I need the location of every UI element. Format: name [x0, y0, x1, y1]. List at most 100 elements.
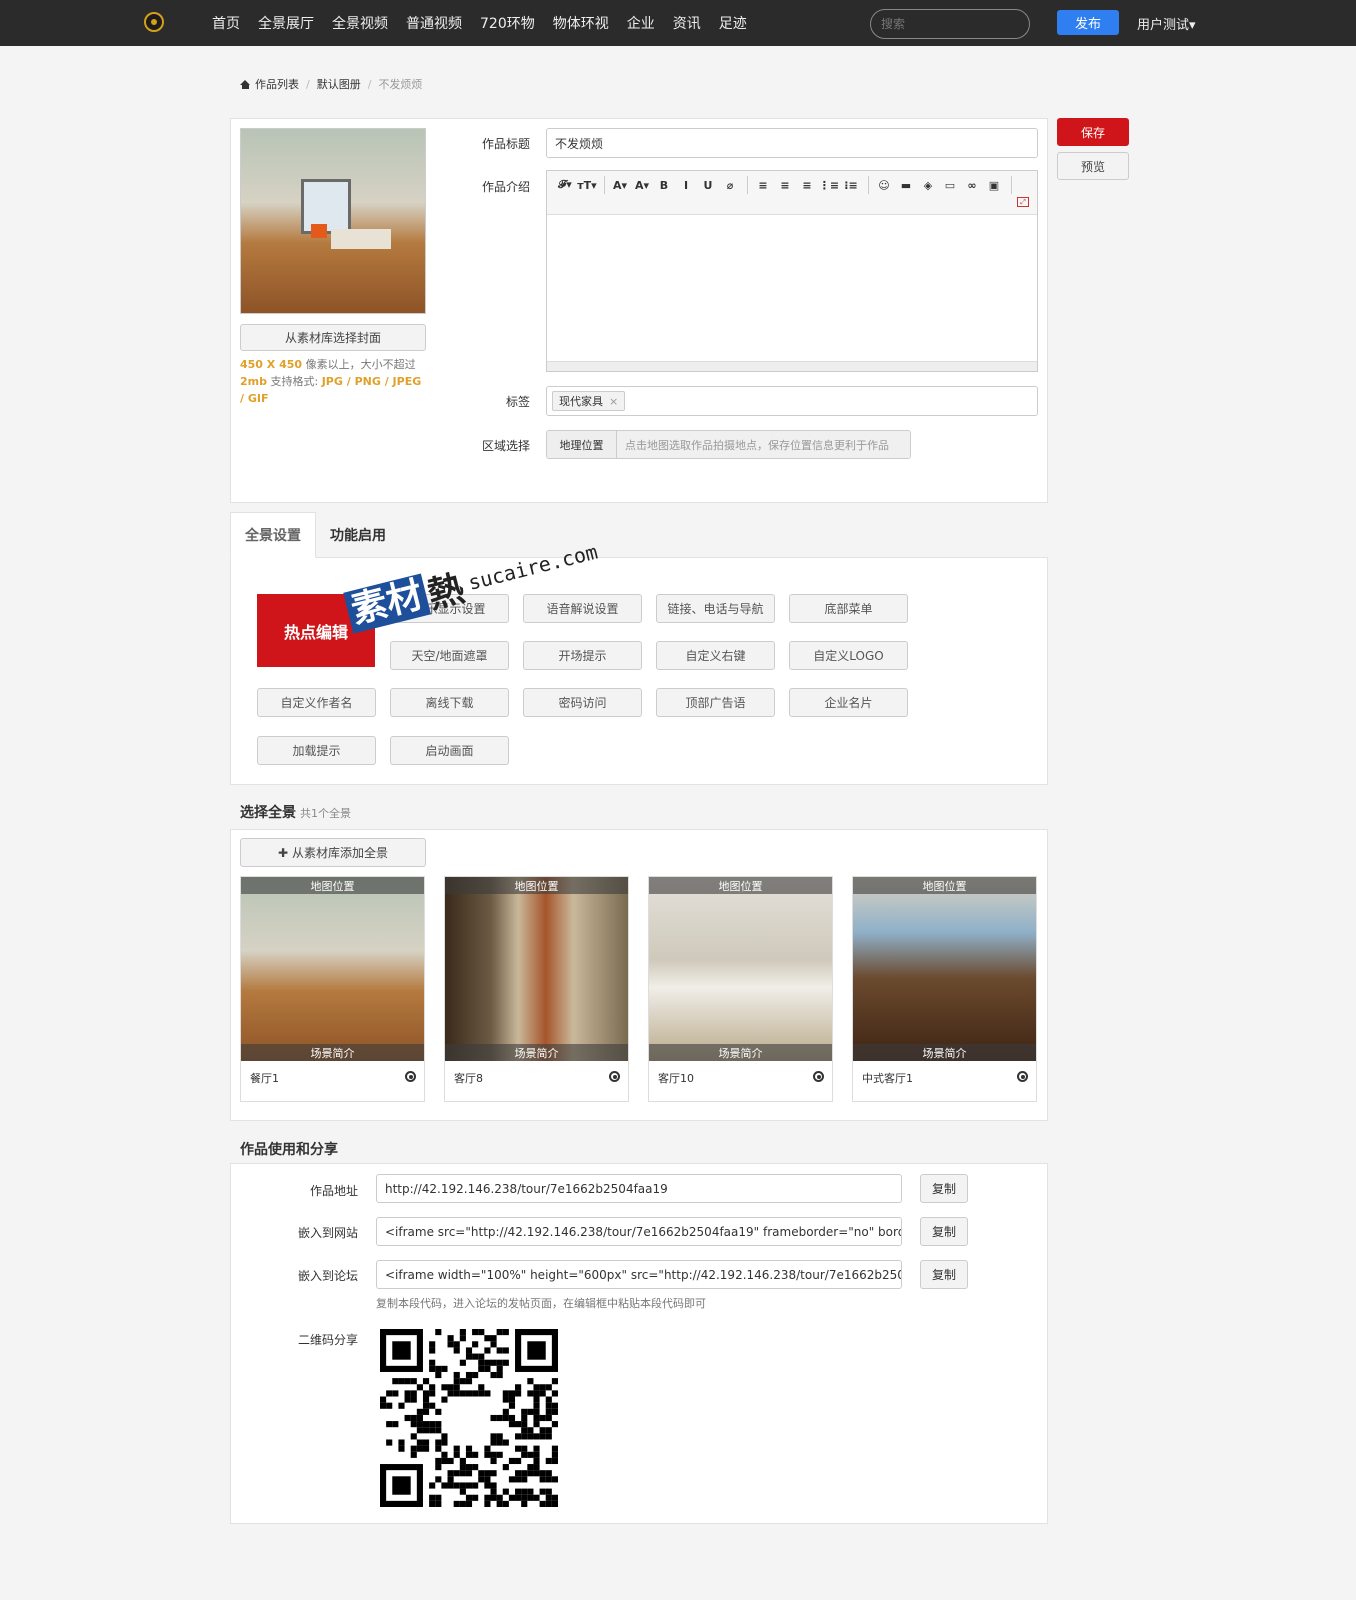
embed-site-label: 嵌入到网站 — [297, 1226, 358, 1240]
geo-location-button[interactable]: 地理位置 — [547, 431, 617, 458]
copy-url-button[interactable]: 复制 — [920, 1174, 968, 1203]
scene-thumbnail[interactable] — [445, 877, 628, 1061]
region-selector[interactable]: 地理位置 点击地图选取作品拍摄地点，保存位置信息更利于作品 — [546, 430, 911, 459]
editor-tool-icon[interactable]: ≡ — [775, 176, 795, 194]
custom-author-button[interactable]: 自定义作者名 — [257, 688, 376, 717]
scene-intro-label[interactable]: 场景简介 — [853, 1044, 1036, 1061]
user-menu[interactable]: 用户测试▾ — [1137, 14, 1196, 33]
add-panorama-button[interactable]: ✚ 从素材库添加全景 — [240, 838, 426, 867]
editor-tool-icon[interactable]: ▭ — [940, 176, 960, 194]
editor-tool-icon[interactable]: ≡ — [753, 176, 773, 194]
opening-tip-button[interactable]: 开场提示 — [523, 641, 642, 670]
forum-hint: 复制本段代码，进入论坛的发帖页面，在编辑框中粘贴本段代码即可 — [376, 1297, 706, 1310]
tab-features[interactable]: 功能启用 — [316, 512, 400, 558]
editor-tool-icon[interactable]: 𝓕▾ — [555, 176, 575, 194]
tag-remove-icon[interactable]: × — [609, 395, 618, 408]
rich-text-editor[interactable]: 𝓕▾ ᴛT▾ A▾ A▾ B I U ⌀ ≡ ≡ ≡ ⋮≡ ⁝≡ ☺ ▬ ◈ ▭ ∞ ▣ ⤢ — [546, 170, 1038, 372]
custom-logo-button[interactable]: 自定义LOGO — [789, 641, 908, 670]
scene-card[interactable]: 地图位置 场景简介 客厅8 — [444, 876, 629, 1102]
embed-forum-label: 嵌入到论坛 — [297, 1269, 358, 1283]
search-input[interactable] — [870, 9, 1030, 39]
embed-site-field[interactable]: <iframe src="http://42.192.146.238/tour/… — [376, 1217, 902, 1246]
nav-item-panorama-hall[interactable]: 全景展厅 — [258, 13, 314, 33]
splash-screen-button[interactable]: 启动画面 — [390, 736, 509, 765]
cover-chair-shape — [311, 224, 327, 238]
scene-intro-label[interactable]: 场景简介 — [445, 1044, 628, 1061]
scene-map-label[interactable]: 地图位置 — [241, 877, 424, 894]
copy-embed-site-button[interactable]: 复制 — [920, 1217, 968, 1246]
breadcrumb-separator: / — [367, 77, 372, 91]
sky-ground-mask-button[interactable]: 天空/地面遮罩 — [390, 641, 509, 670]
editor-tool-icon[interactable]: ⁝≡ — [841, 176, 861, 194]
scene-intro-label[interactable]: 场景简介 — [241, 1044, 424, 1061]
tag-chip-label: 现代家具 — [559, 395, 603, 408]
link-phone-nav-button[interactable]: 链接、电话与导航 — [656, 594, 775, 623]
editor-tool-icon[interactable]: ☺ — [874, 176, 894, 194]
editor-tool-icon[interactable]: U — [698, 176, 718, 194]
scene-card[interactable]: 地图位置 场景简介 客厅10 — [648, 876, 833, 1102]
editor-tool-icon[interactable]: ⋮≡ — [819, 176, 839, 194]
editor-tool-icon[interactable]: B — [654, 176, 674, 194]
editor-tool-icon[interactable]: ▬ — [896, 176, 916, 194]
scene-map-label[interactable]: 地图位置 — [853, 877, 1036, 894]
nav-item-home[interactable]: 首页 — [212, 13, 240, 33]
top-ad-button[interactable]: 顶部广告语 — [656, 688, 775, 717]
offline-download-button[interactable]: 离线下载 — [390, 688, 509, 717]
fullscreen-icon[interactable]: ⤢ — [1017, 197, 1029, 207]
nav-item-panorama-video[interactable]: 全景视频 — [332, 13, 388, 33]
editor-tool-icon[interactable]: A▾ — [610, 176, 630, 194]
nav-item-news[interactable]: 资讯 — [673, 13, 701, 33]
nav-item-enterprise[interactable]: 企业 — [627, 13, 655, 33]
editor-resize-handle[interactable] — [547, 361, 1037, 371]
work-url-field[interactable]: http://42.192.146.238/tour/7e1662b2504fa… — [376, 1174, 902, 1203]
intro-label: 作品介绍 — [481, 180, 530, 194]
add-panorama-label: 从素材库添加全景 — [292, 846, 389, 860]
scene-map-label[interactable]: 地图位置 — [649, 877, 832, 894]
editor-tool-icon[interactable]: ⌀ — [720, 176, 740, 194]
editor-tool-icon[interactable]: ∞ — [962, 176, 982, 194]
embed-forum-field[interactable]: <iframe width="100%" height="600px" src=… — [376, 1260, 902, 1289]
loading-tip-button[interactable]: 加载提示 — [257, 736, 376, 765]
scene-thumbnail[interactable] — [649, 877, 832, 1061]
business-card-button[interactable]: 企业名片 — [789, 688, 908, 717]
custom-right-click-button[interactable]: 自定义右键 — [656, 641, 775, 670]
password-access-button[interactable]: 密码访问 — [523, 688, 642, 717]
scene-thumbnail[interactable] — [853, 877, 1036, 1061]
editor-tool-icon[interactable]: ◈ — [918, 176, 938, 194]
editor-tools: 𝓕▾ ᴛT▾ A▾ A▾ B I U ⌀ ≡ ≡ ≡ ⋮≡ ⁝≡ ☺ ▬ ◈ ▭ ∞ ▣ — [555, 176, 1017, 194]
bottom-menu-button[interactable]: 底部菜单 — [789, 594, 908, 623]
save-button[interactable]: 保存 — [1057, 118, 1129, 146]
nav-item-object-view[interactable]: 物体环视 — [553, 13, 609, 33]
publish-button[interactable]: 发布 — [1057, 10, 1119, 35]
scene-card[interactable]: 地图位置 场景简介 中式客厅1 — [852, 876, 1037, 1102]
logo-icon[interactable] — [144, 12, 164, 32]
scene-map-label[interactable]: 地图位置 — [445, 877, 628, 894]
choose-cover-button[interactable]: 从素材库选择封面 — [240, 324, 426, 351]
scene-select-radio[interactable] — [609, 1071, 620, 1082]
preview-button[interactable]: 预览 — [1057, 152, 1129, 180]
scene-intro-label[interactable]: 场景简介 — [649, 1044, 832, 1061]
editor-tool-icon[interactable]: ▣ — [984, 176, 1004, 194]
editor-tool-icon[interactable]: I — [676, 176, 696, 194]
editor-tool-icon[interactable]: A▾ — [632, 176, 652, 194]
breadcrumb-works[interactable]: 作品列表 — [255, 76, 299, 92]
tab-panorama-settings[interactable]: 全景设置 — [230, 512, 316, 558]
scene-select-radio[interactable] — [813, 1071, 824, 1082]
scene-card[interactable]: 地图位置 场景简介 餐厅1 — [240, 876, 425, 1102]
copy-embed-forum-button[interactable]: 复制 — [920, 1260, 968, 1289]
scene-thumbnail[interactable] — [241, 877, 424, 1061]
nav-item-video[interactable]: 普通视频 — [406, 13, 462, 33]
scene-select-radio[interactable] — [1017, 1071, 1028, 1082]
geo-location-input[interactable]: 点击地图选取作品拍摄地点，保存位置信息更利于作品 — [617, 431, 910, 458]
nav-item-720-objects[interactable]: 720环物 — [480, 13, 535, 33]
panorama-count: 共1个全景 — [300, 807, 351, 820]
breadcrumb-album[interactable]: 默认图册 — [317, 76, 361, 92]
cover-sofa-shape — [331, 229, 391, 249]
nav-item-footprint[interactable]: 足迹 — [719, 13, 747, 33]
title-field[interactable]: 不发烦烦 — [546, 128, 1038, 158]
scene-select-radio[interactable] — [405, 1071, 416, 1082]
voice-settings-button[interactable]: 语音解说设置 — [523, 594, 642, 623]
toolbar-separator — [868, 176, 869, 194]
editor-tool-icon[interactable]: ᴛT▾ — [577, 176, 597, 194]
editor-tool-icon[interactable]: ≡ — [797, 176, 817, 194]
